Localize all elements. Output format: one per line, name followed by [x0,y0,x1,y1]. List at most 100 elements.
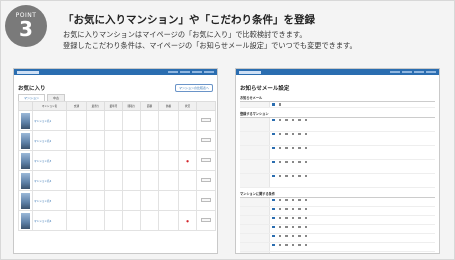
checkbox-option[interactable] [278,160,281,163]
checkbox-option[interactable] [278,225,281,228]
checkbox-option[interactable] [298,174,301,177]
checkbox-option[interactable] [285,225,288,228]
row-action-button[interactable] [201,178,211,182]
row-action-button[interactable] [201,138,211,142]
checkbox-option[interactable] [272,160,275,163]
property-name[interactable]: マンション名5 [32,190,67,211]
checkbox-option[interactable] [304,216,307,219]
checkbox-option[interactable] [298,234,301,237]
col-header [196,101,216,111]
checkbox-option[interactable] [272,252,275,253]
checkbox-option[interactable] [285,146,288,149]
table-row: マンション名4 [18,170,216,191]
checkbox-option[interactable] [291,243,294,246]
checkbox-option[interactable] [278,174,281,177]
tab-used[interactable]: 中古 [47,94,66,101]
property-name[interactable]: マンション名6 [32,210,67,231]
row-action-button[interactable] [201,118,211,122]
checkbox-option[interactable] [291,174,294,177]
checkbox-option[interactable] [304,252,307,253]
checkbox-option[interactable] [291,225,294,228]
checkbox-option[interactable] [272,216,275,219]
checkbox-option[interactable] [298,198,301,201]
checkbox-option[interactable] [304,234,307,237]
checkbox-option[interactable] [285,132,288,135]
checkbox-option[interactable] [278,207,281,210]
checkbox-option[interactable] [291,118,294,121]
row-action-button[interactable] [201,158,211,162]
radio-option[interactable] [278,103,281,106]
property-name[interactable]: マンション名2 [32,130,67,151]
checkbox-option[interactable] [304,207,307,210]
checkbox-option[interactable] [298,252,301,253]
tab-mansion[interactable]: マンション [18,94,46,101]
checkbox-option[interactable] [298,132,301,135]
checkbox-option[interactable] [298,207,301,210]
checkbox-option[interactable] [304,146,307,149]
checkbox-option[interactable] [291,132,294,135]
checkbox-option[interactable] [278,243,281,246]
checkbox-option[interactable] [278,234,281,237]
checkbox-option[interactable] [298,118,301,121]
checkbox-option[interactable] [272,146,275,149]
checkbox-option[interactable] [285,243,288,246]
property-thumbnail[interactable] [18,110,33,131]
checkbox-option[interactable] [285,207,288,210]
checkbox-option[interactable] [298,160,301,163]
checkbox-option[interactable] [272,174,275,177]
checkbox-option[interactable] [285,174,288,177]
checkbox-option[interactable] [278,118,281,121]
checkbox-option[interactable] [291,252,294,253]
property-name[interactable]: マンション名3 [32,150,67,171]
form-row-label [240,206,270,215]
checkbox-option[interactable] [304,225,307,228]
checkbox-option[interactable] [291,207,294,210]
checkbox-option[interactable] [272,225,275,228]
checkbox-option[interactable] [272,234,275,237]
checkbox-option[interactable] [298,146,301,149]
checkbox-option[interactable] [285,216,288,219]
checkbox-option[interactable] [285,252,288,253]
checkbox-option[interactable] [272,132,275,135]
checkbox-option[interactable] [285,118,288,121]
checkbox-option[interactable] [304,118,307,121]
checkbox-option[interactable] [278,198,281,201]
checkbox-option[interactable] [278,216,281,219]
mail-settings-screenshot: お知らせメール設定 お知らせメール 登録するマンション マンションに関する条件 [235,68,440,254]
checkbox-option[interactable] [285,198,288,201]
checkbox-option[interactable] [291,160,294,163]
checkbox-option[interactable] [272,243,275,246]
property-name[interactable]: マンション名4 [32,170,67,191]
checkbox-option[interactable] [304,243,307,246]
checkbox-option[interactable] [291,198,294,201]
checkbox-option[interactable] [291,234,294,237]
compare-button[interactable]: マンションの比較表へ [174,84,213,92]
property-thumbnail[interactable] [18,150,33,171]
property-thumbnail[interactable] [18,170,33,191]
checkbox-option[interactable] [285,234,288,237]
checkbox-option[interactable] [291,216,294,219]
checkbox-option[interactable] [304,174,307,177]
checkbox-option[interactable] [304,160,307,163]
checkbox-option[interactable] [272,207,275,210]
radio-option[interactable] [272,103,275,106]
checkbox-option[interactable] [304,132,307,135]
checkbox-option[interactable] [298,225,301,228]
checkbox-option[interactable] [304,198,307,201]
property-thumbnail[interactable] [18,210,33,231]
checkbox-option[interactable] [272,118,275,121]
checkbox-option[interactable] [278,132,281,135]
checkbox-option[interactable] [291,146,294,149]
checkbox-option[interactable] [298,243,301,246]
row-action-button[interactable] [201,198,211,202]
property-name[interactable]: マンション名1 [32,110,67,131]
checkbox-option[interactable] [278,146,281,149]
checkbox-option[interactable] [298,216,301,219]
form-row-value [270,216,435,224]
property-thumbnail[interactable] [18,130,33,151]
row-action-button[interactable] [201,218,211,222]
checkbox-option[interactable] [278,252,281,253]
checkbox-option[interactable] [285,160,288,163]
property-thumbnail[interactable] [18,190,33,211]
checkbox-option[interactable] [272,198,275,201]
